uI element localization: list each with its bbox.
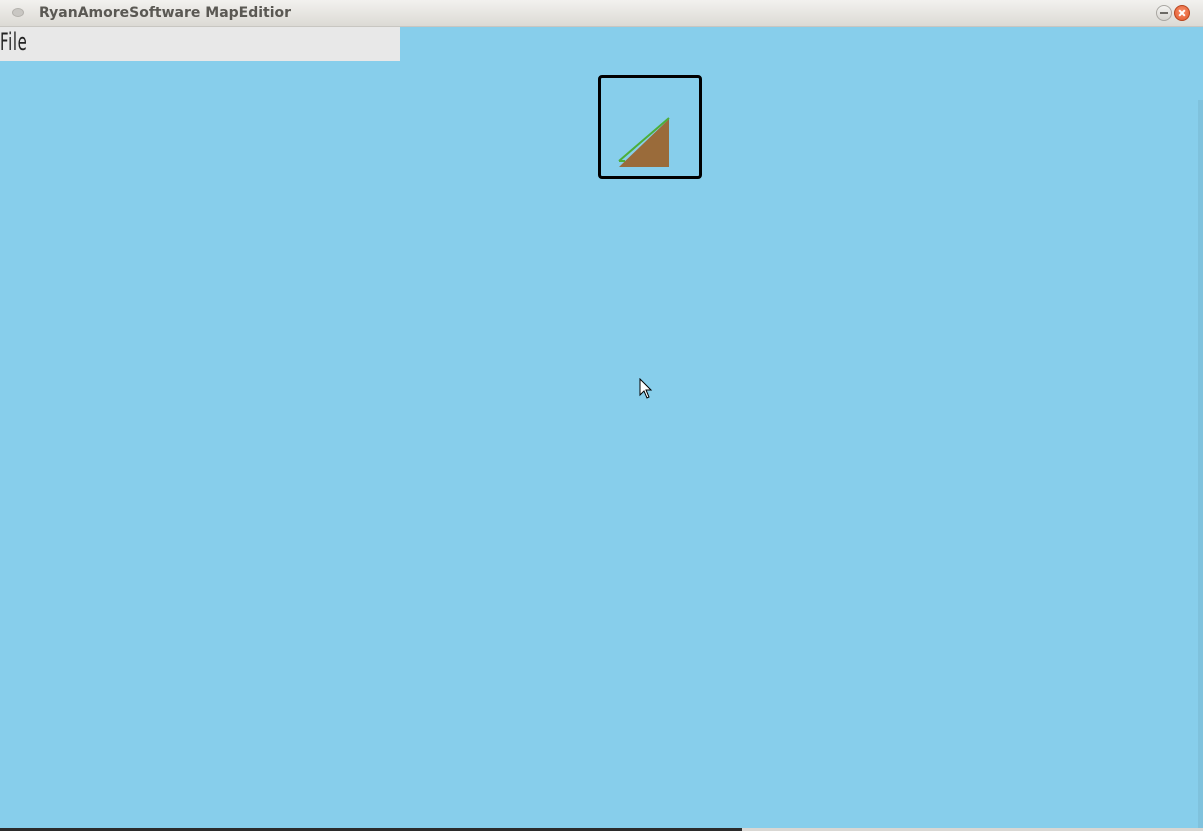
grass-slope-tile-icon <box>618 117 670 167</box>
selected-tile-box[interactable] <box>598 75 702 179</box>
file-menu[interactable]: File <box>0 28 27 56</box>
window-menu-icon[interactable] <box>12 8 24 17</box>
close-button[interactable] <box>1174 5 1190 21</box>
window-edge <box>1198 100 1203 828</box>
mouse-pointer-icon <box>639 378 653 399</box>
window-title: RyanAmoreSoftware MapEditior <box>39 5 292 21</box>
menu-bar: File <box>0 27 400 61</box>
minimize-button[interactable] <box>1156 5 1172 21</box>
title-bar[interactable]: RyanAmoreSoftware MapEditior <box>0 0 1203 27</box>
map-editor-window: RyanAmoreSoftware MapEditior File <box>0 0 1203 828</box>
